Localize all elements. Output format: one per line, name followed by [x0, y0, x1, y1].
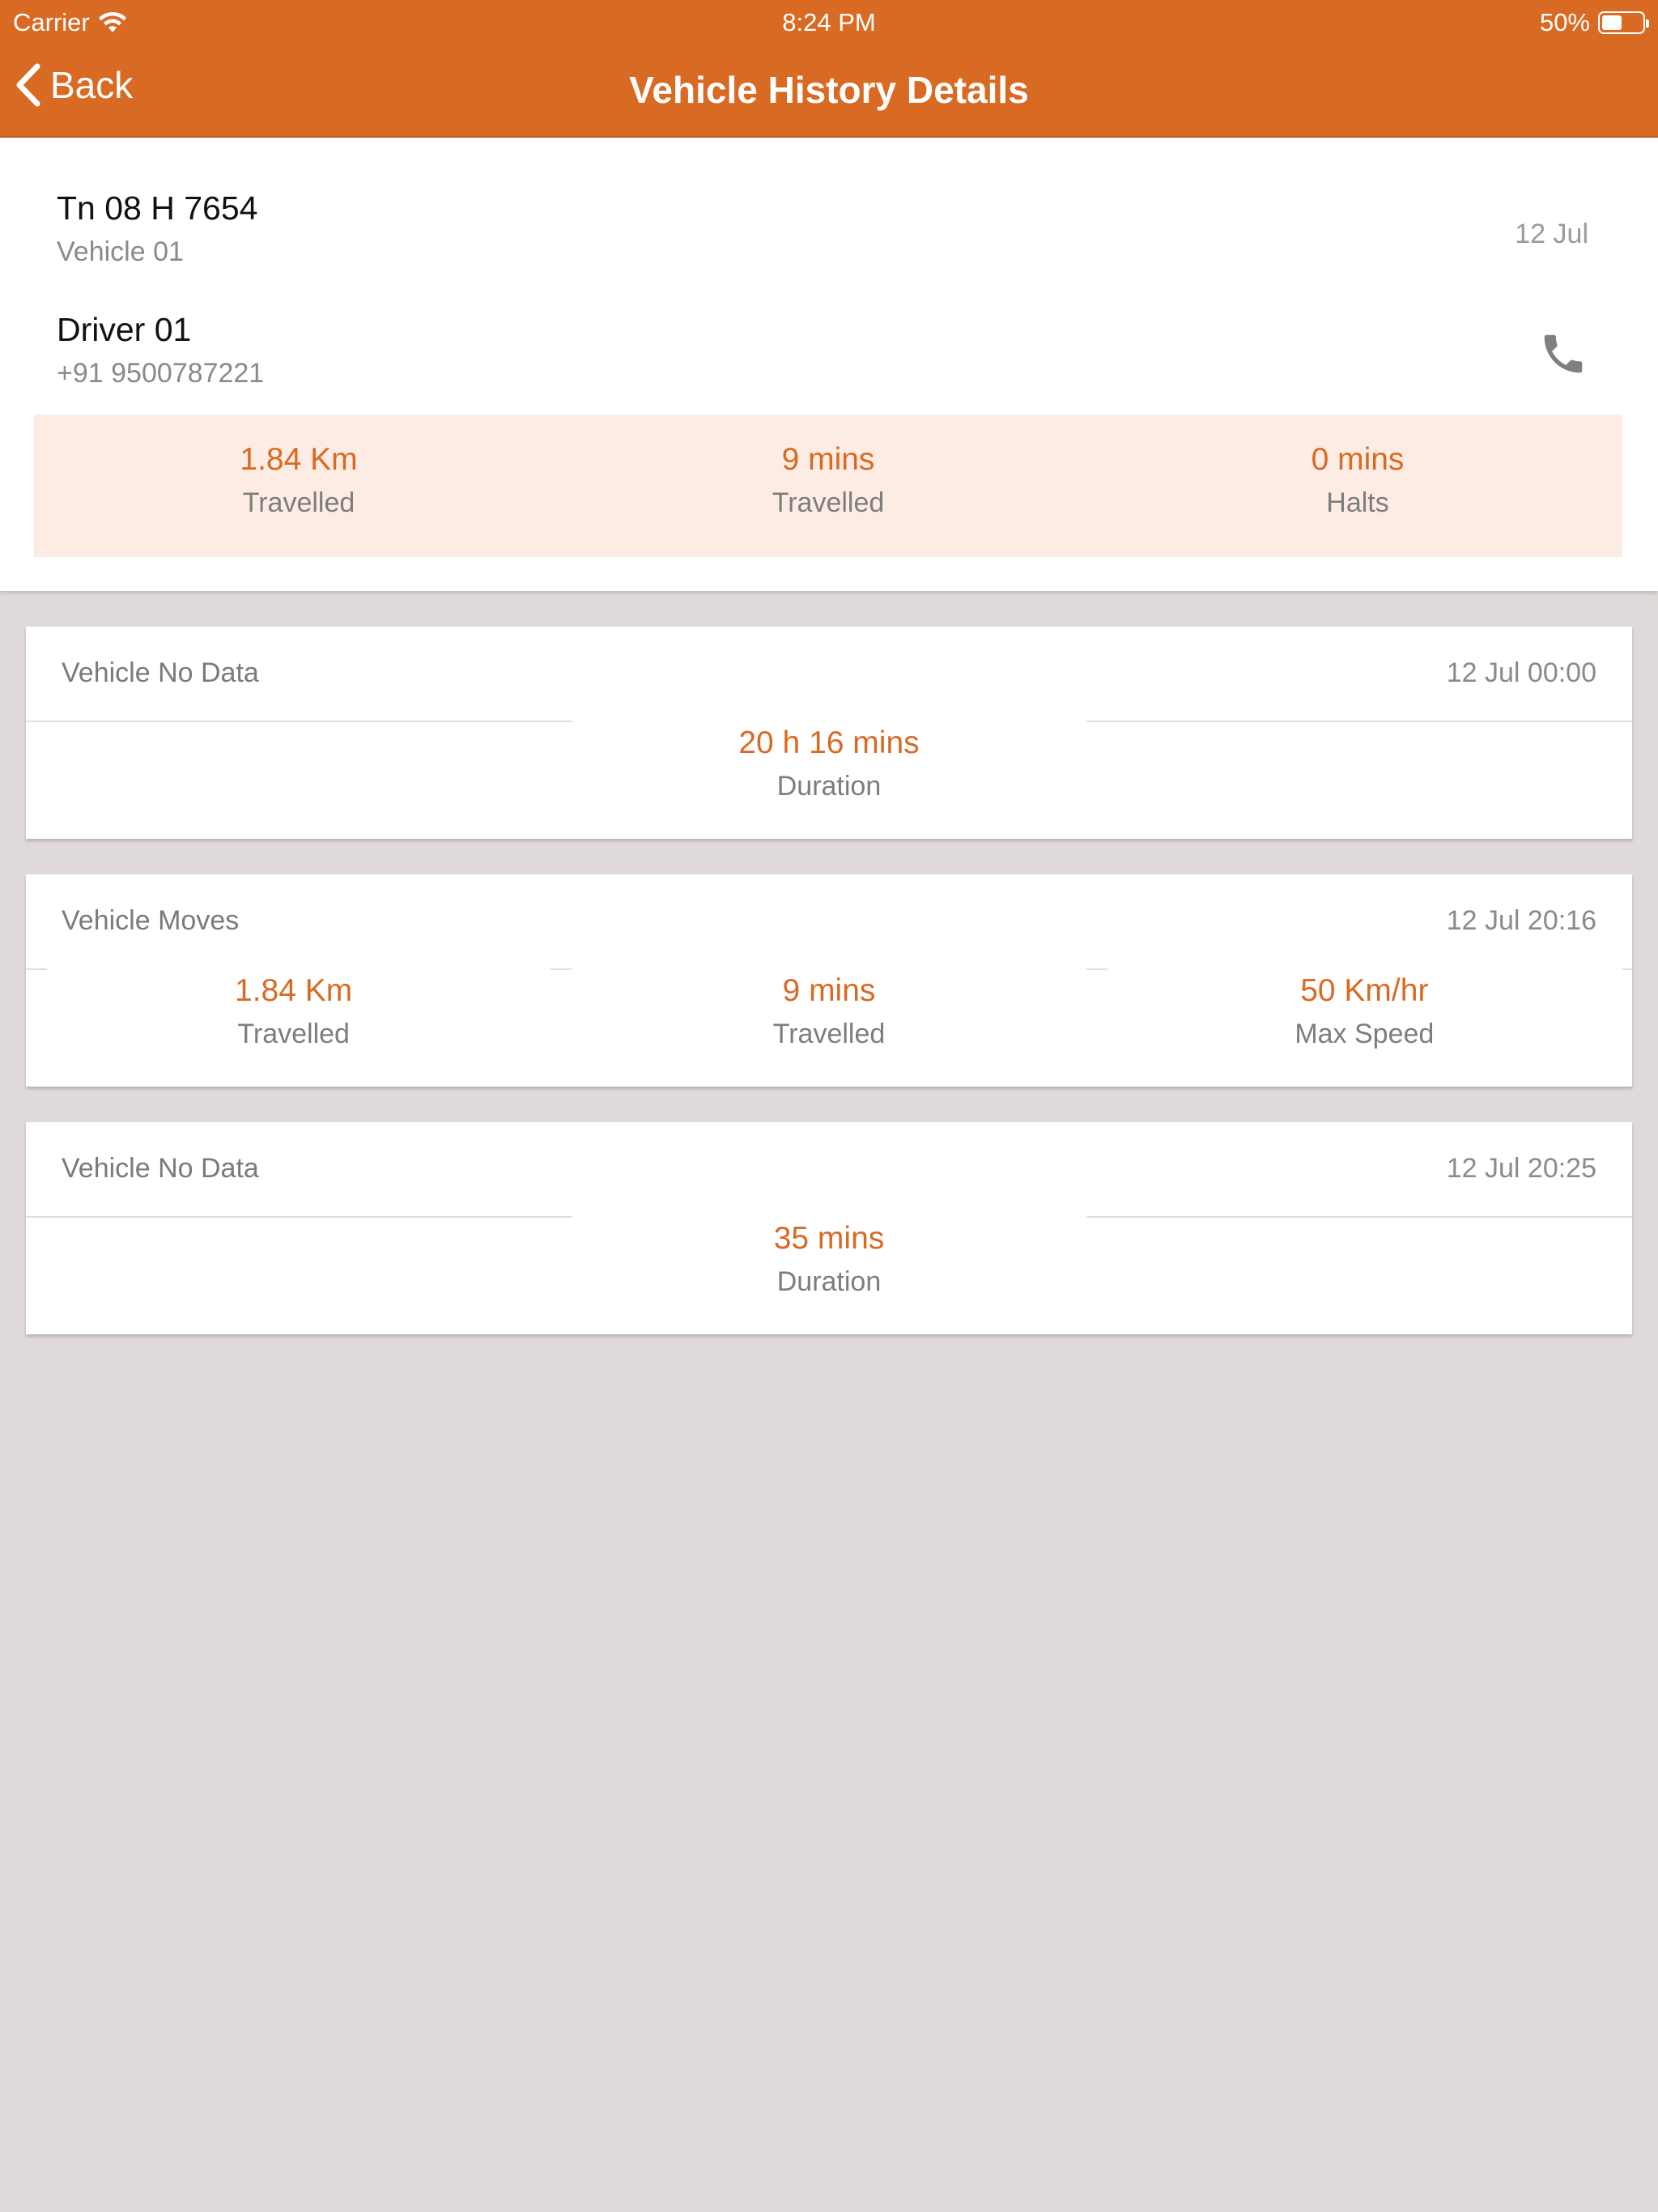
event-title: Vehicle No Data — [62, 1153, 259, 1184]
stat-value: 9 mins — [781, 442, 875, 477]
event-card-no-data[interactable]: Vehicle No Data 12 Jul 20:25 35 mins Dur… — [26, 1122, 1632, 1334]
battery-percent: 50% — [1539, 8, 1590, 36]
event-card-moves[interactable]: Vehicle Moves 12 Jul 20:16 1.84 Km Trave… — [26, 874, 1632, 1087]
divider — [1086, 968, 1107, 970]
stat-label: Travelled — [772, 487, 885, 518]
divider — [26, 721, 572, 722]
event-datetime: 12 Jul 20:16 — [1446, 905, 1596, 936]
divider — [1086, 721, 1632, 722]
summary-date: 12 Jul — [1515, 219, 1588, 249]
event-card-no-data[interactable]: Vehicle No Data 12 Jul 00:00 20 h 16 min… — [26, 627, 1632, 839]
status-bar: Carrier 8:24 PM 50% — [0, 0, 1658, 45]
event-duration: 35 mins Duration — [26, 1221, 1632, 1298]
event-title: Vehicle No Data — [62, 657, 259, 688]
event-datetime: 12 Jul 00:00 — [1446, 657, 1596, 688]
driver-phone: +91 9500787221 — [57, 358, 265, 389]
stat-value: 35 mins — [773, 1221, 885, 1256]
stat-label: Halts — [1326, 487, 1389, 518]
stat-label: Max Speed — [1295, 1019, 1435, 1049]
vehicle-summary-card: Tn 08 H 7654 Vehicle 01 12 Jul Driver 01… — [0, 138, 1658, 591]
stat-label: Travelled — [237, 1019, 350, 1049]
event-title: Vehicle Moves — [62, 905, 240, 936]
battery-icon — [1598, 11, 1649, 34]
vehicle-name: Vehicle 01 — [57, 236, 184, 267]
stat-value: 50 Km/hr — [1300, 973, 1429, 1008]
page-title: Vehicle History Details — [629, 69, 1029, 111]
summary-stat-distance: 1.84 Km Travelled — [34, 415, 563, 557]
stat-label: Duration — [776, 771, 882, 802]
event-stat-distance: 1.84 Km Travelled — [26, 973, 561, 1050]
event-stat-time: 9 mins Travelled — [561, 973, 1096, 1050]
stat-label: Travelled — [242, 487, 355, 518]
navigation-bar: Carrier 8:24 PM 50% Back Vehicle History… — [0, 0, 1658, 138]
summary-stats: 1.84 Km Travelled 9 mins Travelled 0 min… — [34, 415, 1622, 557]
vehicle-number: Tn 08 H 7654 — [57, 189, 258, 227]
driver-name: Driver 01 — [57, 311, 192, 348]
stat-value: 0 mins — [1311, 442, 1405, 477]
divider — [551, 968, 572, 970]
status-time: 8:24 PM — [782, 8, 876, 36]
battery-indicator: 50% — [1539, 8, 1649, 37]
summary-stat-halts: 0 mins Halts — [1093, 415, 1622, 557]
divider — [26, 1216, 572, 1218]
event-duration: 20 h 16 mins Duration — [26, 725, 1632, 802]
event-datetime: 12 Jul 20:25 — [1446, 1153, 1596, 1184]
event-stats: 1.84 Km Travelled 9 mins Travelled 50 Km… — [26, 973, 1632, 1050]
stat-value: 20 h 16 mins — [738, 725, 920, 760]
summary-stat-time: 9 mins Travelled — [563, 415, 1093, 557]
divider — [1086, 1216, 1632, 1218]
stat-value: 1.84 Km — [235, 973, 353, 1008]
stat-label: Travelled — [772, 1019, 886, 1049]
stat-value: 9 mins — [782, 973, 876, 1008]
phone-icon[interactable] — [1538, 329, 1588, 379]
event-stat-max-speed: 50 Km/hr Max Speed — [1097, 973, 1632, 1050]
stat-label: Duration — [776, 1266, 882, 1297]
divider — [26, 968, 47, 970]
stat-value: 1.84 Km — [240, 442, 358, 477]
divider — [1622, 968, 1632, 970]
